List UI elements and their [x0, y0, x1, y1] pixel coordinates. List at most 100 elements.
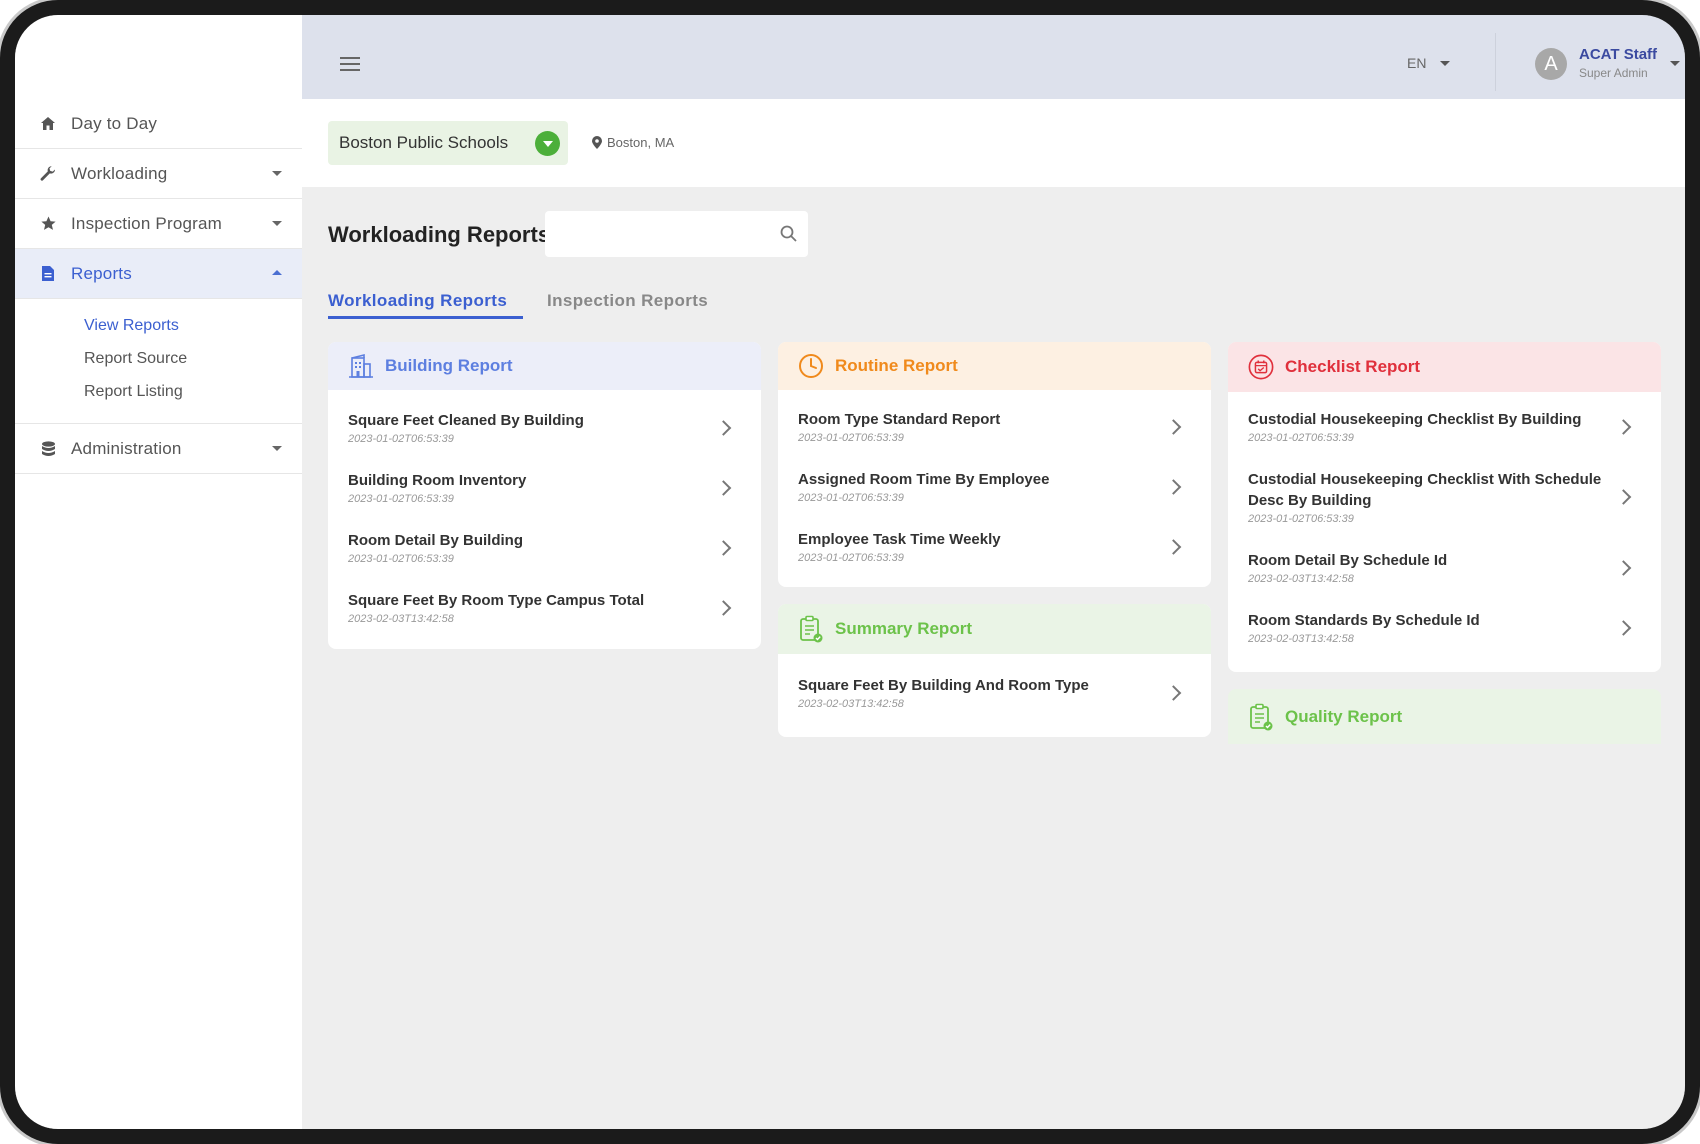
tab-inspection-reports[interactable]: Inspection Reports — [547, 291, 708, 311]
report-row-square-feet-by-room-type[interactable]: Square Feet By Room Type Campus Total 20… — [348, 590, 741, 625]
tab-workloading-reports[interactable]: Workloading Reports — [328, 291, 507, 311]
report-row-assigned-room-time[interactable]: Assigned Room Time By Employee 2023-01-0… — [798, 469, 1191, 504]
report-row-square-feet-by-building-room-type[interactable]: Square Feet By Building And Room Type 20… — [798, 675, 1191, 710]
search-icon[interactable] — [780, 225, 797, 242]
school-name: Boston Public Schools — [339, 133, 509, 152]
app-screen: Day to Day Workloading Inspection Progra… — [15, 15, 1685, 1129]
card-title: Summary Report — [835, 619, 972, 638]
building-icon — [348, 353, 374, 379]
report-title: Room Type Standard Report — [798, 411, 1001, 428]
sidebar-item-administration[interactable]: Administration — [15, 424, 302, 474]
menu-icon[interactable] — [340, 57, 360, 73]
report-row-custodial-checklist-with-schedule[interactable]: Custodial Housekeeping Checklist With Sc… — [1248, 469, 1632, 525]
report-row-room-type-standard[interactable]: Room Type Standard Report 2023-01-02T06:… — [798, 409, 1191, 444]
card-header: Quality Report — [1228, 689, 1661, 744]
card-header: Routine Report — [778, 342, 1211, 390]
home-icon — [39, 115, 57, 133]
sidebar-item-label: Inspection Program — [71, 213, 223, 233]
search-input[interactable] — [545, 211, 759, 257]
checklist-report-card: Checklist Report Custodial Housekeeping … — [1228, 342, 1661, 672]
chevron-right-icon — [1615, 619, 1632, 636]
report-title: Square Feet By Building And Room Type — [798, 677, 1089, 694]
card-header: Summary Report — [778, 604, 1211, 654]
chevron-right-icon — [1615, 418, 1632, 435]
chevron-down-icon[interactable] — [535, 131, 560, 156]
user-menu-chevron-icon[interactable] — [1670, 61, 1680, 66]
school-selector[interactable]: Boston Public Schools — [328, 121, 568, 165]
report-title: Custodial Housekeeping Checklist With Sc… — [1248, 471, 1602, 509]
sidebar-subitem-report-source[interactable]: Report Source — [84, 350, 187, 368]
sidebar: Day to Day Workloading Inspection Progra… — [15, 15, 302, 1129]
language-label: EN — [1407, 55, 1427, 71]
report-title: Room Detail By Schedule Id — [1248, 552, 1448, 569]
report-date: 2023-01-02T06:53:39 — [798, 432, 904, 444]
clock-icon — [798, 353, 824, 379]
card-title: Checklist Report — [1285, 357, 1421, 376]
clipboard-check-icon — [1248, 703, 1274, 730]
report-date: 2023-02-03T13:42:58 — [1248, 573, 1354, 585]
chevron-right-icon — [1615, 559, 1632, 576]
chevron-down-icon — [272, 446, 282, 451]
sidebar-item-label: Administration — [71, 438, 182, 458]
report-row-room-detail-by-schedule[interactable]: Room Detail By Schedule Id 2023-02-03T13… — [1248, 550, 1632, 585]
report-date: 2023-01-02T06:53:39 — [798, 552, 904, 564]
sidebar-subitem-report-listing[interactable]: Report Listing — [84, 383, 183, 401]
language-selector[interactable]: EN — [1407, 55, 1451, 71]
card-title: Routine Report — [835, 356, 958, 375]
report-row-room-standards-by-schedule[interactable]: Room Standards By Schedule Id 2023-02-03… — [1248, 610, 1632, 645]
card-title: Building Report — [385, 356, 513, 375]
chevron-down-icon — [1440, 60, 1451, 66]
report-row-employee-task-time[interactable]: Employee Task Time Weekly 2023-01-02T06:… — [798, 529, 1191, 564]
report-title: Room Standards By Schedule Id — [1248, 612, 1480, 629]
sidebar-item-label: Reports — [71, 263, 132, 283]
map-pin-icon — [592, 136, 602, 149]
chevron-down-icon — [272, 171, 282, 176]
sidebar-item-day-to-day[interactable]: Day to Day — [15, 99, 302, 149]
card-title: Quality Report — [1285, 706, 1403, 726]
sidebar-item-label: Day to Day — [71, 113, 158, 133]
report-row-room-detail-by-building[interactable]: Room Detail By Building 2023-01-02T06:53… — [348, 530, 741, 565]
report-date: 2023-02-03T13:42:58 — [348, 613, 454, 625]
sidebar-subitem-view-reports[interactable]: View Reports — [84, 317, 179, 335]
sidebar-item-inspection-program[interactable]: Inspection Program — [15, 199, 302, 249]
report-row-square-feet-cleaned[interactable]: Square Feet Cleaned By Building 2023-01-… — [348, 410, 741, 445]
report-row-building-room-inventory[interactable]: Building Room Inventory 2023-01-02T06:53… — [348, 470, 741, 505]
report-title: Square Feet Cleaned By Building — [348, 412, 584, 429]
topbar-divider — [1495, 33, 1496, 91]
chevron-up-icon — [272, 270, 282, 275]
document-icon — [39, 265, 57, 283]
routine-report-card: Routine Report Room Type Standard Report… — [778, 342, 1211, 587]
database-icon — [39, 440, 57, 458]
card-header: Building Report — [328, 342, 761, 390]
chevron-down-icon — [272, 221, 282, 226]
report-date: 2023-01-02T06:53:39 — [348, 553, 454, 565]
school-bar: Boston Public Schools Boston, MA — [302, 99, 1685, 188]
school-location: Boston, MA — [592, 135, 674, 150]
report-date: 2023-01-02T06:53:39 — [798, 492, 904, 504]
report-row-custodial-checklist-by-building[interactable]: Custodial Housekeeping Checklist By Buil… — [1248, 409, 1632, 444]
report-date: 2023-02-03T13:42:58 — [1248, 633, 1354, 645]
device-frame: Day to Day Workloading Inspection Progra… — [0, 0, 1700, 1144]
quality-report-card: Quality Report — [1228, 689, 1661, 744]
page-title: Workloading Reports — [328, 222, 551, 247]
sidebar-item-reports[interactable]: Reports — [15, 249, 302, 299]
building-report-card: Building Report Square Feet Cleaned By B… — [328, 342, 761, 649]
avatar[interactable]: A — [1535, 48, 1567, 80]
sidebar-item-workloading[interactable]: Workloading — [15, 149, 302, 199]
report-date: 2023-01-02T06:53:39 — [1248, 513, 1354, 525]
report-date: 2023-01-02T06:53:39 — [348, 433, 454, 445]
report-title: Building Room Inventory — [348, 472, 527, 489]
report-title: Room Detail By Building — [348, 532, 524, 549]
star-icon — [39, 215, 57, 233]
report-title: Employee Task Time Weekly — [798, 531, 1001, 548]
report-date: 2023-02-03T13:42:58 — [798, 698, 904, 710]
sidebar-item-label: Workloading — [71, 163, 168, 183]
main-content: Workloading Reports Workloading Reports … — [302, 187, 1685, 1129]
report-date: 2023-01-02T06:53:39 — [1248, 432, 1354, 444]
user-name[interactable]: ACAT Staff — [1579, 46, 1657, 63]
report-title: Assigned Room Time By Employee — [798, 471, 1050, 488]
search-field[interactable] — [545, 211, 808, 257]
top-bar: EN A ACAT Staff Super Admin — [302, 15, 1685, 99]
location-label: Boston, MA — [607, 135, 675, 150]
report-title: Square Feet By Room Type Campus Total — [348, 592, 645, 609]
